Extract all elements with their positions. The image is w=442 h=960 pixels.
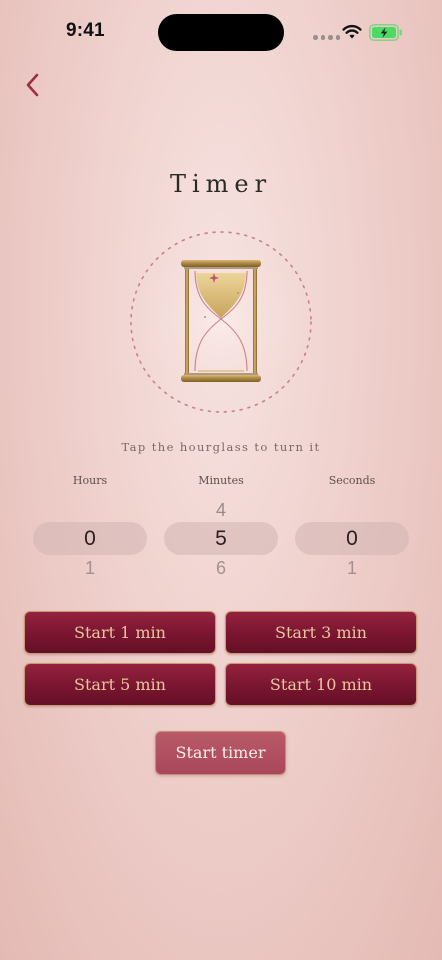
- wifi-icon: [342, 25, 362, 39]
- start-10-min-button[interactable]: Start 10 min: [225, 663, 417, 706]
- hours-label: Hours: [72, 474, 108, 487]
- status-bar: 9:41: [0, 0, 442, 60]
- hourglass-hint: Tap the hourglass to turn it: [121, 440, 321, 454]
- minutes-picker[interactable]: Minutes 4 5 6: [164, 474, 278, 584]
- seconds-picker[interactable]: Seconds 0 1: [295, 474, 409, 584]
- minutes-label: Minutes: [198, 474, 244, 487]
- minutes-next-value: 6: [215, 558, 226, 574]
- status-time: 9:41: [66, 20, 105, 41]
- hours-selected-value[interactable]: 0: [33, 522, 147, 555]
- minutes-prev-value: 4: [215, 500, 226, 520]
- start-5-min-button[interactable]: Start 5 min: [24, 663, 216, 706]
- dynamic-island: [158, 14, 284, 51]
- start-1-min-button[interactable]: Start 1 min: [24, 611, 216, 654]
- cellular-signal-icon: [313, 35, 340, 40]
- hours-picker[interactable]: Hours 0 1: [33, 474, 147, 584]
- seconds-label: Seconds: [328, 474, 376, 487]
- seconds-selected-value[interactable]: 0: [295, 522, 409, 555]
- start-timer-button[interactable]: Start timer: [155, 731, 286, 775]
- battery-charging-icon: [369, 24, 402, 41]
- seconds-next-value: 1: [346, 558, 357, 574]
- page-title: Timer: [169, 170, 273, 198]
- start-3-min-button[interactable]: Start 3 min: [225, 611, 417, 654]
- hours-next-value: 1: [84, 558, 95, 574]
- minutes-selected-value[interactable]: 5: [164, 522, 278, 555]
- back-button[interactable]: [18, 68, 50, 102]
- hourglass-button[interactable]: [128, 229, 314, 415]
- chevron-left-icon: [26, 73, 39, 97]
